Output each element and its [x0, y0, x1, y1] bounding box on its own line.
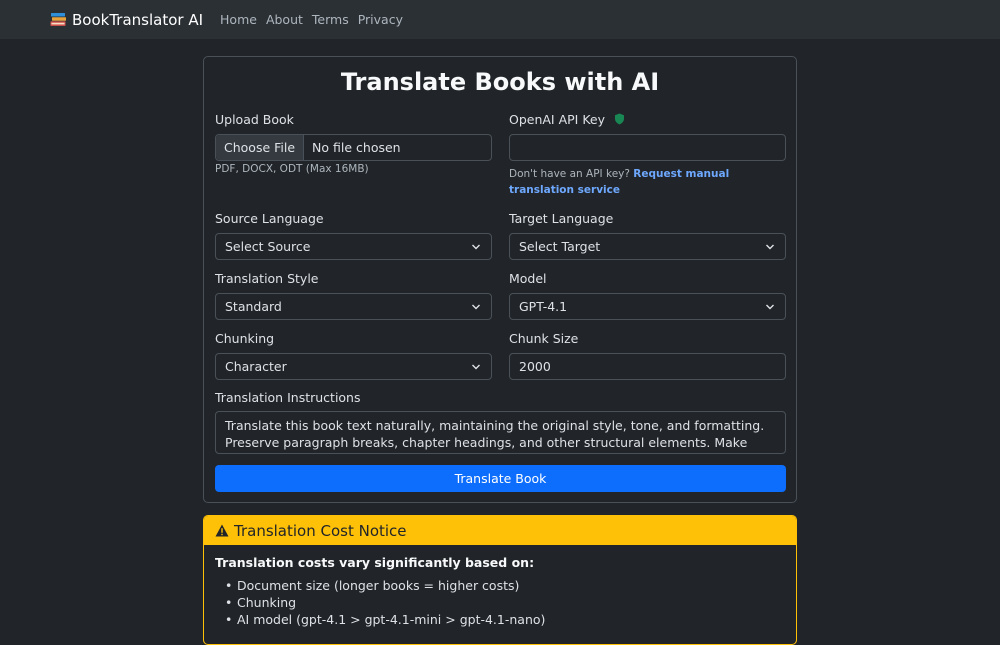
- brand-name: BookTranslator AI: [72, 10, 204, 29]
- translation-style-label: Translation Style: [215, 271, 319, 286]
- file-hint: PDF, DOCX, ODT (Max 16MB): [215, 163, 369, 175]
- chunking-value: Character: [225, 359, 287, 374]
- translation-style-select[interactable]: Standard: [215, 293, 492, 320]
- cost-notice-header: Translation Cost Notice: [204, 516, 796, 545]
- list-item: Chunking: [225, 594, 785, 611]
- api-key-label: OpenAI API Key: [509, 112, 625, 127]
- source-language-select[interactable]: Select Source: [215, 233, 492, 260]
- navbar: BookTranslator AI Home About Terms Priva…: [0, 0, 1000, 39]
- nav-link-terms[interactable]: Terms: [312, 12, 349, 27]
- file-status: No file chosen: [312, 140, 401, 155]
- api-key-label-text: OpenAI API Key: [509, 112, 606, 127]
- api-key-hint: Don't have an API key? Request manual tr…: [509, 166, 786, 198]
- chevron-down-icon: [766, 244, 774, 250]
- instructions-label: Translation Instructions: [215, 390, 361, 405]
- nav-link-about[interactable]: About: [266, 12, 303, 27]
- cost-notice-card: Translation Cost Notice Translation cost…: [203, 515, 797, 645]
- chevron-down-icon: [472, 364, 480, 370]
- chunk-size-input[interactable]: 2000: [509, 353, 786, 380]
- target-language-label: Target Language: [509, 211, 614, 226]
- list-item: Document size (longer books = higher cos…: [225, 577, 785, 594]
- list-item: AI model (gpt-4.1 > gpt-4.1-mini > gpt-4…: [225, 611, 785, 628]
- model-select[interactable]: GPT-4.1: [509, 293, 786, 320]
- cost-notice-title: Translation Cost Notice: [234, 521, 407, 540]
- choose-file-button[interactable]: Choose File: [216, 135, 305, 160]
- file-input[interactable]: Choose File No file chosen: [215, 134, 492, 161]
- nav-link-home[interactable]: Home: [220, 12, 257, 27]
- books-icon: [50, 13, 66, 26]
- nav-link-privacy[interactable]: Privacy: [358, 12, 403, 27]
- chevron-down-icon: [472, 304, 480, 310]
- target-language-select[interactable]: Select Target: [509, 233, 786, 260]
- cost-factor-list: Document size (longer books = higher cos…: [215, 577, 785, 628]
- translate-book-button[interactable]: Translate Book: [215, 465, 786, 492]
- model-label: Model: [509, 271, 547, 286]
- warning-icon: [215, 524, 229, 537]
- translation-style-value: Standard: [225, 299, 282, 314]
- page-title: Translate Books with AI: [340, 68, 660, 96]
- chunking-select[interactable]: Character: [215, 353, 492, 380]
- chunk-size-label: Chunk Size: [509, 331, 579, 346]
- chevron-down-icon: [766, 304, 774, 310]
- api-key-hint-text: Don't have an API key?: [509, 168, 634, 180]
- upload-label: Upload Book: [215, 112, 294, 127]
- brand[interactable]: BookTranslator AI: [50, 11, 203, 29]
- shield-icon: [615, 113, 624, 125]
- api-key-input[interactable]: [509, 134, 786, 161]
- target-language-value: Select Target: [519, 239, 601, 254]
- instructions-textarea[interactable]: Translate this book text naturally, main…: [215, 411, 786, 454]
- chevron-down-icon: [472, 244, 480, 250]
- source-language-value: Select Source: [225, 239, 311, 254]
- translate-form-card: Translate Books with AI Upload Book Choo…: [203, 56, 797, 503]
- chunking-label: Chunking: [215, 331, 275, 346]
- source-language-label: Source Language: [215, 211, 324, 226]
- cost-notice-intro: Translation costs vary significantly bas…: [215, 555, 535, 570]
- cost-notice-body: Translation costs vary significantly bas…: [204, 545, 796, 638]
- model-value: GPT-4.1: [519, 299, 568, 314]
